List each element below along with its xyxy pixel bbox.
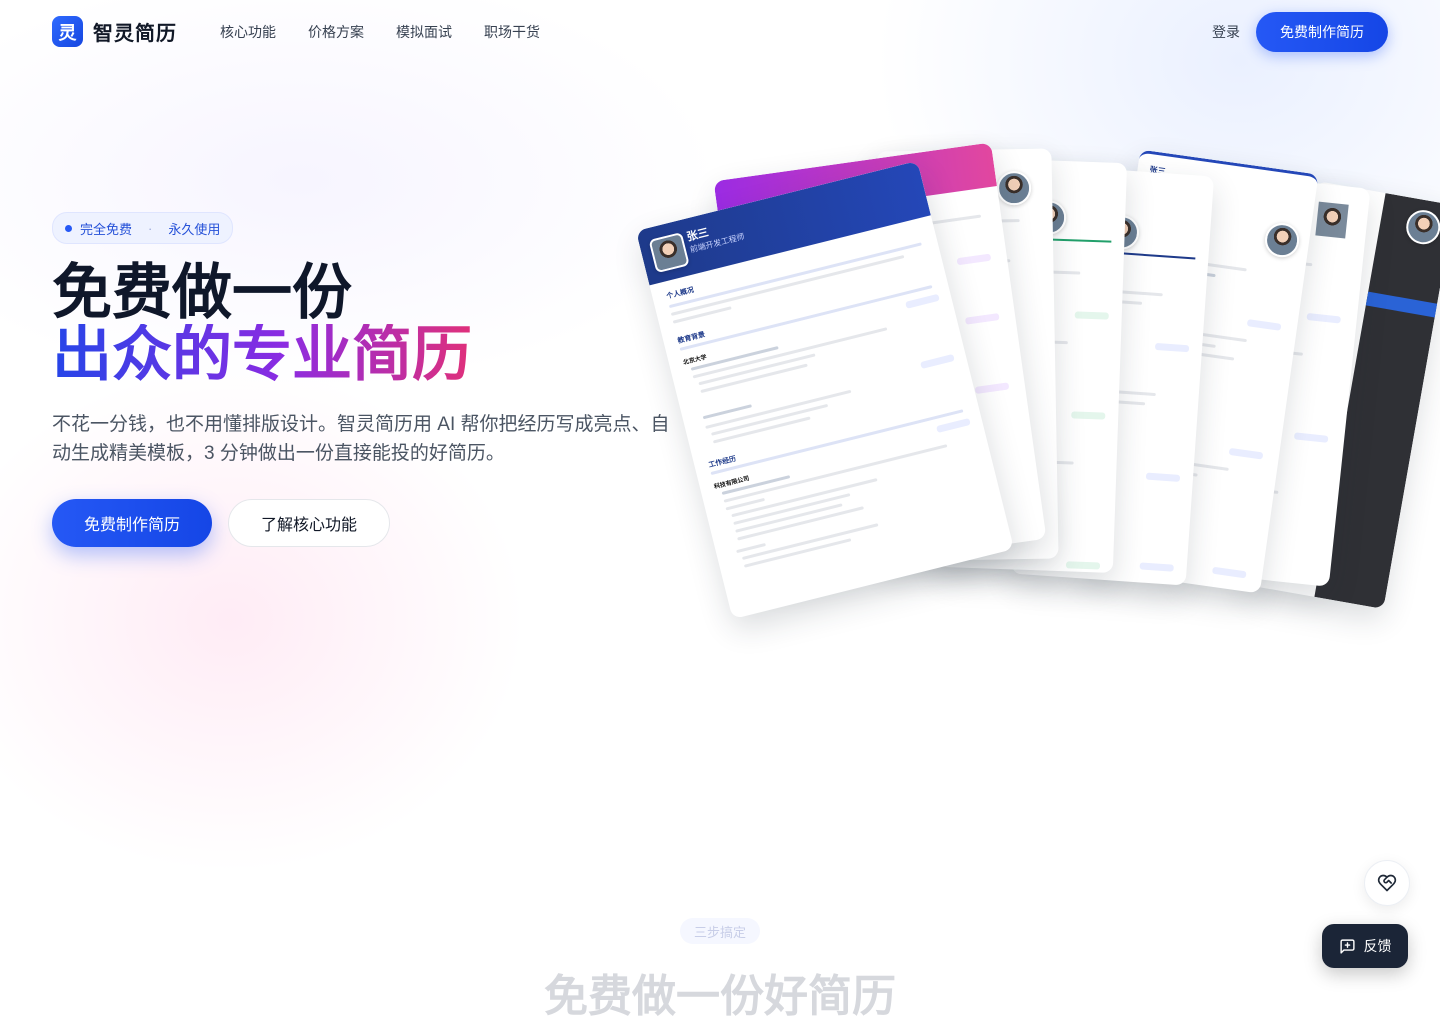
nav-create-resume-button[interactable]: 免费制作简历 [1256,12,1388,52]
hero-title-line1: 免费做一份 [52,259,352,326]
free-badge: 完全免费 · 永久使用 [52,212,234,244]
badge-free-label: 完全免费 [80,221,133,237]
hero-learn-features-button[interactable]: 了解核心功能 [228,499,390,547]
logo[interactable]: 灵 智灵简历 [52,16,177,47]
badge-forever-label: 永久使用 [168,221,221,237]
hero-title-line2: 出众的专业简历 [52,321,472,388]
hero-create-resume-button[interactable]: 免费制作简历 [52,499,212,547]
logo-mark: 灵 [52,16,83,47]
resume-preview-fan: 张三 张三 前端开发工程师 个人概况 教育背景 北京大学 工作经历 科技有限公司 [635,120,1440,640]
heart-handshake-icon [1377,874,1397,892]
favorite-floating-button[interactable] [1364,860,1410,906]
section-title: 免费做一份好简历 [544,972,896,1021]
login-link[interactable]: 登录 [1212,22,1240,42]
hero-subtitle: 不花一分钱，也不用懂排版设计。智灵简历用 AI 帮你把经历写成亮点、自动生成精美… [52,414,670,464]
feedback-button[interactable]: 反馈 [1322,924,1408,968]
top-nav: 灵 智灵简历 核心功能 价格方案 模拟面试 职场干货 登录 免费制作简历 [0,0,1440,64]
feedback-label: 反馈 [1363,938,1392,954]
nav-links: 核心功能 价格方案 模拟面试 职场干货 [220,22,540,42]
badge-separator: · [148,220,153,236]
nav-link-career-tips[interactable]: 职场干货 [484,22,540,42]
badge-dot-icon [65,224,72,232]
nav-link-mock-interview[interactable]: 模拟面试 [396,22,452,42]
nav-link-pricing[interactable]: 价格方案 [308,22,364,42]
logo-text: 智灵简历 [93,23,177,45]
message-square-plus-icon [1339,938,1355,954]
section-tag: 三步搞定 [680,918,760,944]
nav-link-features[interactable]: 核心功能 [220,22,276,42]
hero-title: 免费做一份 出众的专业简历 [52,262,472,386]
